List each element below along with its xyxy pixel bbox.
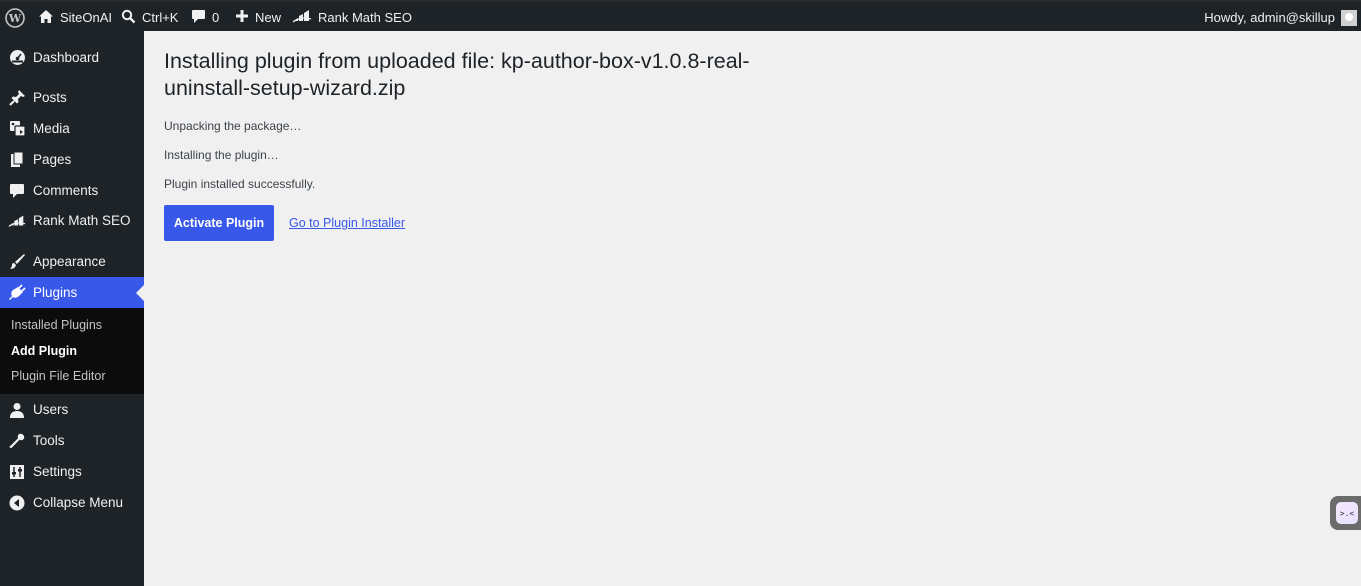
admin-bar: W SiteOnAI Ctrl+K 0 New Rank Math SEO Ho… [0,0,1361,31]
menu-plugins[interactable]: Plugins [0,277,144,308]
menu-posts[interactable]: Posts [0,82,144,113]
settings-icon [8,463,26,481]
media-icon [8,120,26,138]
user-icon [8,401,26,419]
collapse-menu-button[interactable]: Collapse Menu [0,487,144,518]
status-message-installing: Installing the plugin… [164,148,279,162]
plugins-submenu: Installed Plugins Add Plugin Plugin File… [0,308,144,394]
menu-label: Pages [33,152,72,167]
menu-label: Settings [33,464,82,479]
account-menu[interactable]: Howdy, admin@skillup [1204,2,1357,33]
menu-dashboard[interactable]: Dashboard [0,42,144,73]
collapse-icon [8,494,26,512]
assistant-widget-button[interactable]: >.< [1330,496,1361,530]
menu-users[interactable]: Users [0,394,144,425]
comment-bubble-icon [191,9,206,27]
menu-rankmath[interactable]: Rank Math SEO [0,205,144,236]
howdy-text: Howdy, admin@skillup [1204,10,1335,25]
admin-sidebar: Dashboard Posts Media Pages Comments Ran… [0,31,144,586]
submenu-plugin-file-editor[interactable]: Plugin File Editor [11,369,106,383]
menu-label: Appearance [33,254,106,269]
pin-icon [8,89,26,107]
main-content: Installing plugin from uploaded file: kp… [144,31,1361,586]
rankmath-icon [8,212,26,230]
menu-settings[interactable]: Settings [0,456,144,487]
wordpress-logo-icon[interactable]: W [5,2,25,33]
pages-icon [8,151,26,169]
menu-comments[interactable]: Comments [0,175,144,206]
search-button[interactable]: Ctrl+K [121,2,178,33]
brush-icon [8,253,26,271]
wrench-icon [8,432,26,450]
new-label: New [255,10,282,25]
page-title: Installing plugin from uploaded file: kp… [164,49,750,100]
menu-label: Comments [33,183,99,198]
new-content-link[interactable]: New [235,2,281,33]
plugin-icon [8,284,26,302]
menu-pages[interactable]: Pages [0,144,144,175]
site-name: SiteOnAI [60,10,113,25]
activate-plugin-button[interactable]: Activate Plugin [164,205,274,241]
menu-appearance[interactable]: Appearance [0,246,144,277]
submenu-installed-plugins[interactable]: Installed Plugins [11,318,102,332]
menu-label: Dashboard [33,50,100,65]
rankmath-icon [292,9,312,26]
menu-label: Collapse Menu [33,495,124,510]
home-icon [38,9,54,27]
menu-label: Posts [33,90,67,105]
menu-label: Rank Math SEO [33,213,131,228]
rankmath-link[interactable]: Rank Math SEO [292,2,412,33]
submenu-add-plugin[interactable]: Add Plugin [11,344,77,358]
search-shortcut: Ctrl+K [142,10,179,25]
menu-label: Tools [33,433,65,448]
rankmath-label: Rank Math SEO [318,10,412,25]
svg-text:W: W [8,12,22,25]
plus-icon [235,9,249,26]
status-message-success: Plugin installed successfully. [164,177,316,191]
comments-link[interactable]: 0 [191,2,219,33]
search-icon [121,9,136,27]
assistant-face-icon: >.< [1336,502,1358,524]
comments-count: 0 [212,10,220,25]
status-message-unpacking: Unpacking the package… [164,119,302,133]
avatar [1341,9,1357,26]
menu-label: Users [33,402,69,417]
go-to-plugin-installer-link[interactable]: Go to Plugin Installer [289,216,405,230]
menu-label: Plugins [33,285,78,300]
menu-tools[interactable]: Tools [0,425,144,456]
comment-icon [8,182,26,200]
menu-label: Media [33,121,70,136]
site-name-link[interactable]: SiteOnAI [38,2,112,33]
menu-media[interactable]: Media [0,113,144,144]
dashboard-icon [8,49,26,67]
